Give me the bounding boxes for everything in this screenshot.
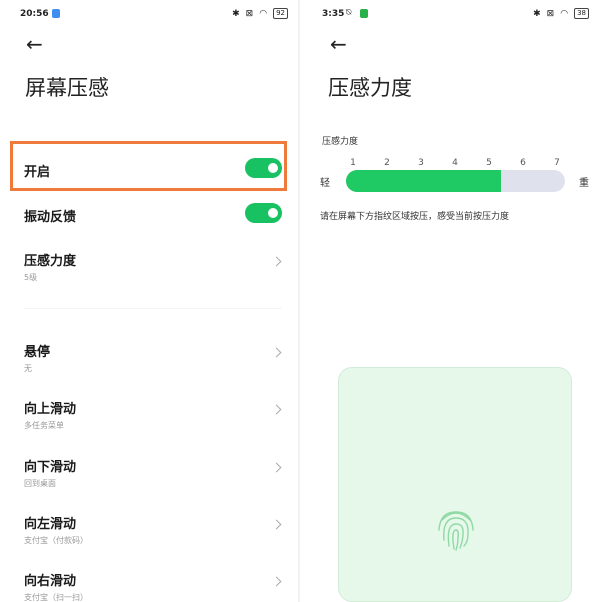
fingerprint-press-area[interactable] (338, 367, 572, 602)
battery-icon: 92 (273, 8, 288, 19)
tick-label: 1 (350, 158, 356, 168)
tick-label: 2 (384, 158, 390, 168)
status-time: 20:56 (20, 9, 49, 19)
setting-row-pressure[interactable]: 压感力度 5级 (24, 250, 282, 283)
wifi-icon: ◠ (259, 8, 268, 19)
back-arrow-icon[interactable]: ← (330, 32, 347, 56)
vibration-toggle[interactable] (245, 203, 282, 223)
setting-value: 多任务菜单 (24, 421, 64, 430)
setting-row-hover[interactable]: 悬停 无 (24, 341, 282, 374)
sim-off-icon: ⊠ (546, 8, 555, 19)
app-notification-icon (52, 9, 60, 18)
setting-value: 支付宝（付款码） (24, 536, 88, 545)
page-title: 压感力度 (328, 76, 412, 100)
pressure-scale-ticks: 1 2 3 4 5 6 7 (300, 158, 599, 170)
setting-label: 压感力度 (24, 254, 77, 269)
tick-label: 4 (452, 158, 458, 168)
pressure-slider-fill (346, 170, 501, 192)
divider (24, 308, 282, 309)
toggle-knob (268, 208, 278, 218)
tick-label: 3 (418, 158, 424, 168)
setting-label: 振动反馈 (24, 210, 77, 225)
setting-label: 悬停 (24, 345, 51, 360)
pressure-strength-panel: 3:35 ⍉ ✱ ⊠ ◠ 38 ← 压感力度 压感力度 1 2 3 4 5 6 … (300, 0, 599, 602)
setting-value: 支付宝（扫一扫） (24, 593, 88, 602)
screen-pressure-settings-panel: 20:56 ✱ ⊠ ◠ 92 ← 屏幕压感 开启 振动反馈 压感力度 5级 悬停… (0, 0, 298, 602)
setting-label: 向上滑动 (24, 402, 77, 417)
alarm-off-icon: ⍉ (346, 8, 352, 18)
tick-label: 7 (554, 158, 560, 168)
fingerprint-icon (438, 511, 474, 551)
status-bar: 20:56 ✱ ⊠ ◠ 92 (0, 0, 298, 28)
tick-label: 6 (520, 158, 526, 168)
setting-row-swipe-up[interactable]: 向上滑动 多任务菜单 (24, 398, 282, 431)
setting-row-swipe-left[interactable]: 向左滑动 支付宝（付款码） (24, 513, 282, 546)
setting-row-swipe-right[interactable]: 向右滑动 支付宝（扫一扫） (24, 570, 282, 602)
setting-value: 无 (24, 364, 32, 373)
setting-label: 向左滑动 (24, 517, 77, 532)
status-time: 3:35 (322, 9, 345, 19)
section-label: 压感力度 (322, 137, 359, 147)
bluetooth-icon: ✱ (232, 8, 240, 19)
highlight-box (10, 141, 287, 191)
bluetooth-icon: ✱ (533, 8, 541, 19)
instruction-text: 请在屏幕下方指纹区域按压，感受当前按压力度 (320, 212, 510, 222)
tick-label: 5 (486, 158, 492, 168)
scale-min-label: 轻 (320, 178, 330, 189)
setting-row-vibration[interactable]: 振动反馈 (24, 203, 282, 225)
setting-value: 回到桌面 (24, 479, 56, 488)
status-bar: 3:35 ⍉ ✱ ⊠ ◠ 38 (300, 0, 599, 28)
battery-icon: 38 (574, 8, 589, 19)
pressure-slider[interactable] (346, 170, 565, 192)
setting-row-swipe-down[interactable]: 向下滑动 回到桌面 (24, 456, 282, 489)
app-notification-icon (360, 9, 368, 18)
page-title: 屏幕压感 (25, 76, 109, 100)
setting-value: 5级 (24, 273, 38, 282)
wifi-icon: ◠ (560, 8, 569, 19)
scale-max-label: 重 (579, 178, 589, 189)
setting-label: 向下滑动 (24, 460, 77, 475)
back-arrow-icon[interactable]: ← (26, 32, 43, 56)
setting-label: 向右滑动 (24, 574, 77, 589)
sim-off-icon: ⊠ (245, 8, 254, 19)
